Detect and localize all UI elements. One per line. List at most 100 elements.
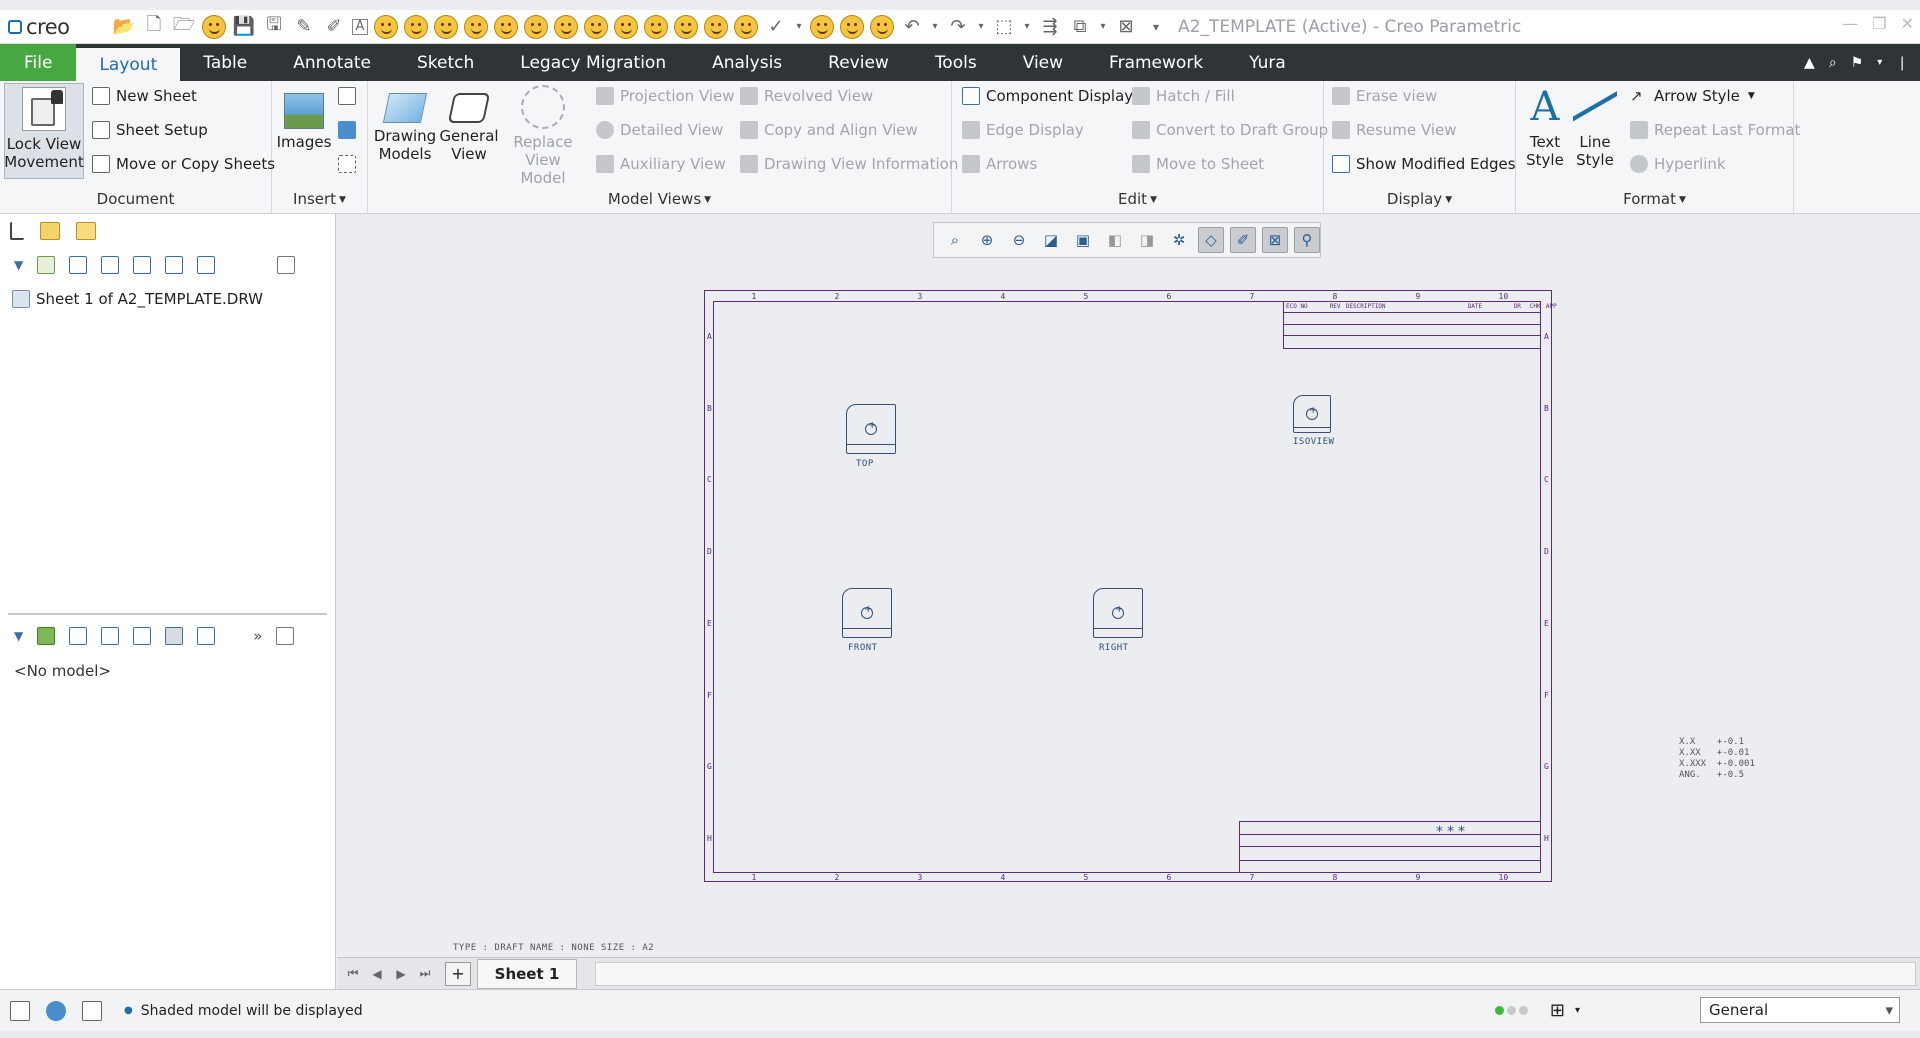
- hyperlink-button[interactable]: Hyperlink: [1630, 152, 1726, 176]
- move-to-sheet-button[interactable]: Move to Sheet: [1132, 152, 1264, 176]
- open-file-icon[interactable]: 🗁: [172, 14, 196, 39]
- lock-view-movement-button[interactable]: Lock View Movement: [4, 83, 84, 179]
- more-icon[interactable]: ❘: [1896, 55, 1908, 71]
- customize-toolbar-icon[interactable]: ▾: [1144, 15, 1168, 39]
- first-sheet-icon[interactable]: ⏮: [341, 962, 365, 986]
- columns-icon[interactable]: [165, 627, 184, 645]
- list-icon[interactable]: [69, 256, 88, 274]
- regenerate-model-icon[interactable]: ⇶: [1038, 15, 1062, 39]
- images-button[interactable]: Images: [276, 85, 332, 151]
- erase-view-button[interactable]: Erase view: [1332, 84, 1437, 108]
- tree-filter-icon[interactable]: [133, 627, 152, 645]
- component-display-button[interactable]: Component Display: [962, 84, 1133, 108]
- dropdown-arrow-icon[interactable]: ▾: [1022, 15, 1032, 39]
- annotation-display-icon[interactable]: ◇: [1198, 227, 1224, 253]
- show-modified-edges-button[interactable]: Show Modified Edges: [1332, 152, 1516, 176]
- sheet-setup-button[interactable]: Sheet Setup: [92, 118, 208, 142]
- collapse-icon[interactable]: ▼: [14, 629, 23, 643]
- regeneration-status-icon[interactable]: [1494, 1005, 1528, 1015]
- minimize-icon[interactable]: —: [1842, 14, 1858, 33]
- repaint-icon[interactable]: ◪: [1038, 227, 1064, 253]
- smiley-icon[interactable]: [734, 14, 758, 39]
- auxiliary-view-button[interactable]: Auxiliary View: [596, 152, 726, 176]
- folder-tab-icon[interactable]: [40, 222, 60, 240]
- smiley-icon[interactable]: [810, 14, 834, 39]
- collapse-icon[interactable]: ▼: [14, 258, 23, 272]
- smiley-icon[interactable]: [494, 14, 518, 39]
- smiley-icon[interactable]: [674, 14, 698, 39]
- save-icon[interactable]: 💾: [232, 15, 256, 39]
- datum-display-icon[interactable]: ✲: [1166, 227, 1192, 253]
- text-icon[interactable]: A: [352, 18, 368, 35]
- layers-icon[interactable]: [197, 256, 216, 274]
- group-label-display[interactable]: Display ▼: [1324, 190, 1515, 208]
- csys-display-icon[interactable]: ⊠: [1262, 227, 1288, 253]
- group-label-edit[interactable]: Edit ▼: [952, 190, 1323, 208]
- zoom-out-icon[interactable]: ⊖: [1006, 227, 1032, 253]
- filter-icon[interactable]: [197, 627, 216, 645]
- line-style-button[interactable]: Line Style: [1572, 85, 1618, 169]
- smiley-icon[interactable]: [704, 14, 728, 39]
- close-window-icon[interactable]: ⊠: [1114, 15, 1138, 39]
- windows-icon[interactable]: ⧉: [1068, 15, 1092, 39]
- tab-sketch[interactable]: Sketch: [394, 44, 497, 81]
- selection-filter-dropdown[interactable]: General: [1700, 997, 1900, 1023]
- find-icon[interactable]: ⊞: [1550, 1000, 1565, 1021]
- tab-yura[interactable]: Yura: [1226, 44, 1309, 81]
- tab-view[interactable]: View: [1000, 44, 1086, 81]
- undo-icon[interactable]: ↶: [900, 15, 924, 39]
- view-right[interactable]: [1093, 588, 1143, 638]
- tab-analysis[interactable]: Analysis: [689, 44, 805, 81]
- drawing-models-button[interactable]: Drawing Models: [374, 85, 436, 163]
- model-icon[interactable]: [37, 627, 56, 645]
- display-style-icon[interactable]: ▣: [1070, 227, 1096, 253]
- tree-filter-icon[interactable]: [101, 256, 120, 274]
- smiley-icon[interactable]: [404, 14, 428, 39]
- revolved-view-button[interactable]: Revolved View: [740, 84, 873, 108]
- graphics-canvas[interactable]: ⌕ ⊕ ⊖ ◪ ▣ ◧ ◨ ✲ ◇ ✐ ⊠ ⚲ 1 2 3 4 5 6 7 8 9 10 1 2 3 4…: [337, 214, 1920, 957]
- arrows-button[interactable]: Arrows: [962, 152, 1037, 176]
- spin-center-icon[interactable]: ⚲: [1294, 227, 1320, 253]
- maximize-icon[interactable]: ❐: [1872, 14, 1886, 33]
- smiley-icon[interactable]: [202, 14, 226, 39]
- sketch-tools-icon[interactable]: ✓: [764, 15, 788, 39]
- smiley-icon[interactable]: [614, 14, 638, 39]
- list-icon[interactable]: [101, 627, 120, 645]
- help-icon[interactable]: ⚑: [1851, 55, 1864, 71]
- smiley-icon[interactable]: [434, 14, 458, 39]
- open-recent-icon[interactable]: 📂: [112, 15, 136, 39]
- new-sheet-button[interactable]: New Sheet: [92, 84, 197, 108]
- smiley-icon[interactable]: [584, 14, 608, 39]
- refit-icon[interactable]: ⌕: [942, 227, 968, 253]
- arrow-style-button[interactable]: ↗ Arrow Style ▼: [1630, 84, 1755, 108]
- tree-item-sheet[interactable]: Sheet 1 of A2_TEMPLATE.DRW: [12, 290, 263, 308]
- point-display-icon[interactable]: ✐: [1230, 227, 1256, 253]
- next-sheet-icon[interactable]: ▶: [389, 962, 413, 986]
- move-copy-sheets-button[interactable]: Move or Copy Sheets: [92, 152, 275, 176]
- tab-tools[interactable]: Tools: [912, 44, 1000, 81]
- group-label-format[interactable]: Format ▼: [1516, 190, 1793, 208]
- title-block[interactable]: ***: [1239, 821, 1541, 873]
- regenerate-icon[interactable]: ✎: [292, 15, 316, 39]
- last-sheet-icon[interactable]: ⏭: [413, 962, 437, 986]
- dropdown-arrow-icon[interactable]: ▾: [1098, 15, 1108, 39]
- group-label-model-views[interactable]: Model Views ▼: [368, 190, 951, 208]
- redo-icon[interactable]: ↷: [946, 15, 970, 39]
- save-as-icon[interactable]: 🖫: [262, 14, 286, 39]
- smiley-icon[interactable]: [464, 14, 488, 39]
- dropdown-arrow-icon[interactable]: ▾: [794, 15, 804, 39]
- tab-sheet-1[interactable]: Sheet 1: [477, 958, 577, 989]
- panel-divider[interactable]: [8, 613, 327, 615]
- smiley-icon[interactable]: [524, 14, 548, 39]
- prev-sheet-icon[interactable]: ◀: [365, 962, 389, 986]
- smiley-icon[interactable]: [840, 14, 864, 39]
- settings-icon[interactable]: [277, 256, 296, 274]
- dropdown-arrow-icon[interactable]: ▾: [976, 15, 986, 39]
- view-top[interactable]: [846, 404, 896, 454]
- show-icon[interactable]: [69, 627, 88, 645]
- detailed-view-button[interactable]: Detailed View: [596, 118, 723, 142]
- tab-file[interactable]: File: [0, 44, 77, 81]
- smiley-icon[interactable]: [644, 14, 668, 39]
- sheet-tree-icon[interactable]: [37, 256, 56, 274]
- settings-icon[interactable]: [276, 627, 295, 645]
